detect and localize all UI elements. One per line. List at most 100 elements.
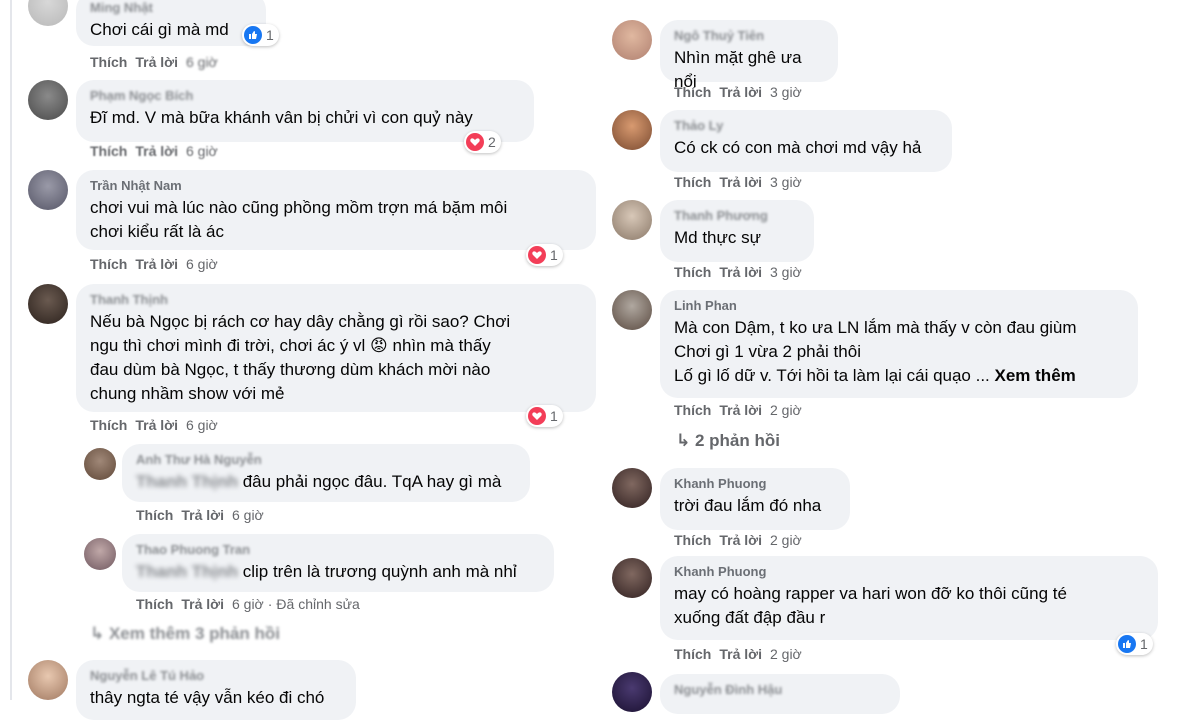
comment-time: 6 giờ bbox=[185, 143, 218, 159]
tagged-user[interactable]: Thanh Thịnh bbox=[136, 562, 238, 581]
comment-bubble: Ming Nhật Chơi cái gì mà md bbox=[76, 0, 266, 46]
comment-author[interactable]: Phạm Ngọc Bích bbox=[90, 88, 520, 103]
comment-author[interactable]: Thảo Ly bbox=[674, 118, 938, 133]
reaction-count[interactable]: 1 bbox=[242, 24, 279, 46]
comment-time: 6 giờ bbox=[185, 417, 218, 433]
reply-link[interactable]: Trả lời bbox=[181, 596, 224, 612]
avatar[interactable] bbox=[84, 448, 116, 480]
avatar[interactable] bbox=[612, 290, 652, 330]
avatar[interactable] bbox=[28, 170, 68, 210]
reaction-number: 2 bbox=[488, 134, 496, 150]
comment-author[interactable]: Khanh Phuong bbox=[674, 564, 1144, 579]
reply-link[interactable]: Trả lời bbox=[135, 417, 178, 433]
comment-meta: Thích Trả lời 3 giờ bbox=[674, 84, 802, 100]
see-more-link[interactable]: Xem thêm bbox=[995, 366, 1076, 385]
comment-meta: Thích Trả lời 6 giờ · Đã chỉnh sửa bbox=[136, 596, 360, 612]
like-link[interactable]: Thích bbox=[90, 143, 127, 159]
reply-link[interactable]: Trả lời bbox=[719, 532, 762, 548]
like-link[interactable]: Thích bbox=[136, 596, 173, 612]
comment-author[interactable]: Ngô Thuỷ Tiên bbox=[674, 28, 824, 43]
comment-time: 3 giờ bbox=[769, 174, 802, 190]
reply-link[interactable]: Trả lời bbox=[135, 54, 178, 70]
reply-link[interactable]: Trả lời bbox=[719, 264, 762, 280]
comment-author[interactable]: Ming Nhật bbox=[90, 0, 252, 15]
reaction-number: 1 bbox=[550, 408, 558, 424]
like-link[interactable]: Thích bbox=[674, 532, 711, 548]
comment-meta: Thích Trả lời 6 giờ bbox=[90, 143, 218, 159]
comment-bubble: Thanh Thịnh Nếu bà Ngọc bị rách cơ hay d… bbox=[76, 284, 596, 412]
avatar[interactable] bbox=[612, 468, 652, 508]
avatar[interactable] bbox=[612, 110, 652, 150]
like-link[interactable]: Thích bbox=[674, 646, 711, 662]
comment-author[interactable]: Trần Nhật Nam bbox=[90, 178, 582, 193]
comment-author[interactable]: Nguyễn Lê Tú Hảo bbox=[90, 668, 342, 683]
view-replies-link[interactable]: ↳ 2 phản hồi bbox=[676, 431, 780, 451]
comment-bubble: Trần Nhật Nam chơi vui mà lúc nào cũng p… bbox=[76, 170, 596, 250]
comment-author[interactable]: Linh Phan bbox=[674, 298, 1124, 313]
avatar[interactable] bbox=[28, 660, 68, 700]
reply-link[interactable]: Trả lời bbox=[719, 646, 762, 662]
like-link[interactable]: Thích bbox=[674, 174, 711, 190]
reply-link[interactable]: Trả lời bbox=[135, 143, 178, 159]
comment-time: 6 giờ bbox=[185, 256, 218, 272]
comment-time: 3 giờ bbox=[769, 84, 802, 100]
comment-author[interactable]: Thanh Thịnh bbox=[90, 292, 582, 307]
comment-text: Có ck có con mà chơi md vậy hả bbox=[674, 138, 922, 157]
avatar[interactable] bbox=[612, 558, 652, 598]
like-link[interactable]: Thích bbox=[136, 507, 173, 523]
avatar[interactable] bbox=[612, 200, 652, 240]
reaction-count[interactable]: 1 bbox=[526, 244, 563, 266]
avatar[interactable] bbox=[28, 284, 68, 324]
reaction-count[interactable]: 2 bbox=[464, 131, 501, 153]
heart-icon bbox=[528, 407, 546, 425]
reply-link[interactable]: Trả lời bbox=[719, 174, 762, 190]
reply-link[interactable]: Trả lời bbox=[135, 256, 178, 272]
comment-text: Md thực sự bbox=[674, 228, 762, 247]
reply-link[interactable]: Trả lời bbox=[719, 84, 762, 100]
reply-link[interactable]: Trả lời bbox=[719, 402, 762, 418]
comment-author[interactable]: Nguyễn Đình Hậu bbox=[674, 682, 886, 697]
comment-bubble: Phạm Ngọc Bích Đĩ md. V mà bữa khánh vân… bbox=[76, 80, 534, 142]
avatar[interactable] bbox=[84, 538, 116, 570]
comment-time: 2 giờ bbox=[769, 646, 802, 662]
comment-time: 2 giờ bbox=[769, 402, 802, 418]
comment-meta: Thích Trả lời 2 giờ bbox=[674, 532, 802, 548]
comment-meta: Thích Trả lời 2 giờ bbox=[674, 402, 802, 418]
reply-text: đâu phải ngọc đâu. TqA hay gì mà bbox=[242, 472, 502, 491]
avatar[interactable] bbox=[612, 20, 652, 60]
like-link[interactable]: Thích bbox=[674, 402, 711, 418]
comment-text: Đĩ md. V mà bữa khánh vân bị chửi vì con… bbox=[90, 108, 473, 127]
reply-bubble: Anh Thư Hà Nguyễn Thanh Thịnh đâu phải n… bbox=[122, 444, 530, 502]
reply-bubble: Thao Phuong Tran Thanh Thịnh clip trên l… bbox=[122, 534, 554, 592]
comment-bubble: Nguyễn Đình Hậu bbox=[660, 674, 900, 714]
like-link[interactable]: Thích bbox=[90, 54, 127, 70]
avatar[interactable] bbox=[28, 0, 68, 26]
heart-icon bbox=[466, 133, 484, 151]
tagged-user[interactable]: Thanh Thịnh bbox=[136, 472, 238, 491]
like-link[interactable]: Thích bbox=[90, 256, 127, 272]
comment-meta: Thích Trả lời 3 giờ bbox=[674, 264, 802, 280]
reply-link[interactable]: Trả lời bbox=[181, 507, 224, 523]
comment-author[interactable]: Thao Phuong Tran bbox=[136, 542, 540, 557]
reaction-count[interactable]: 1 bbox=[1116, 633, 1153, 655]
avatar[interactable] bbox=[612, 672, 652, 712]
comment-author[interactable]: Anh Thư Hà Nguyễn bbox=[136, 452, 516, 467]
comment-meta: Thích Trả lời 6 giờ bbox=[136, 507, 264, 523]
like-link[interactable]: Thích bbox=[674, 264, 711, 280]
comment-bubble: Thanh Phương Md thực sự bbox=[660, 200, 814, 262]
view-more-replies-link[interactable]: ↳ Xem thêm 3 phản hồi bbox=[90, 624, 280, 644]
comment-text: thây ngta té vậy vẫn kéo đi chó bbox=[90, 688, 325, 707]
comment-bubble: Thảo Ly Có ck có con mà chơi md vậy hả bbox=[660, 110, 952, 172]
comment-text: Thanh Thịnh đâu phải ngọc đâu. TqA hay g… bbox=[136, 470, 516, 494]
comment-author[interactable]: Thanh Phương bbox=[674, 208, 800, 223]
comment-author[interactable]: Khanh Phuong bbox=[674, 476, 836, 491]
like-icon bbox=[244, 26, 262, 44]
comment-meta: Thích Trả lời 2 giờ bbox=[674, 646, 802, 662]
like-link[interactable]: Thích bbox=[90, 417, 127, 433]
comment-text: Mà con Dậm, t ko ưa LN lắm mà thấy v còn… bbox=[674, 318, 1077, 385]
reaction-count[interactable]: 1 bbox=[526, 405, 563, 427]
like-link[interactable]: Thích bbox=[674, 84, 711, 100]
comment-text: Chơi cái gì mà md bbox=[90, 20, 229, 39]
avatar[interactable] bbox=[28, 80, 68, 120]
comment-time: 3 giờ bbox=[769, 264, 802, 280]
